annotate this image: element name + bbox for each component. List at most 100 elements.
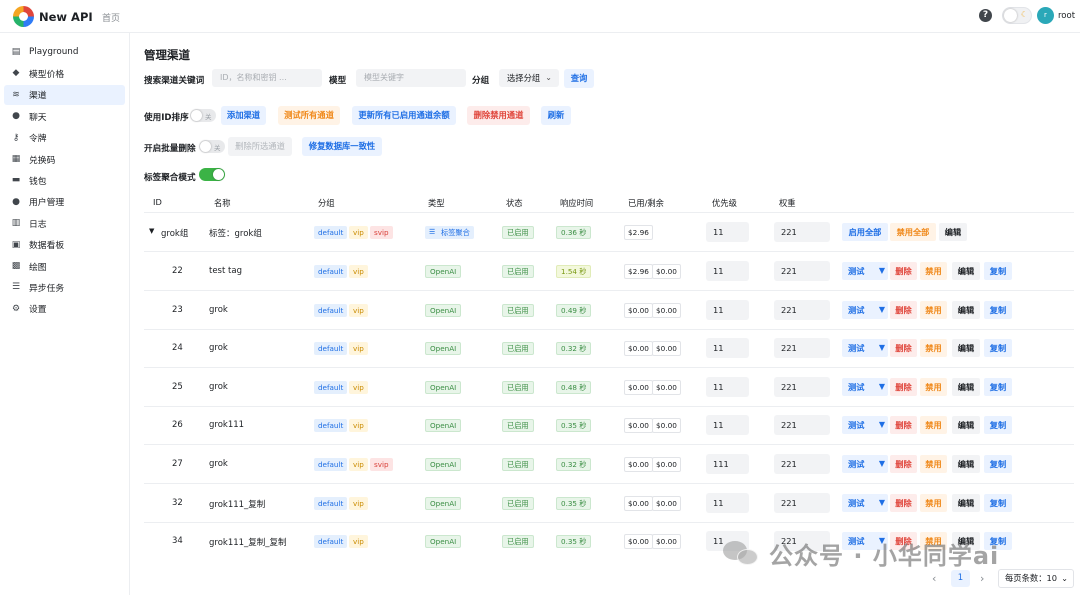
priority-input[interactable]: 11 <box>706 376 749 397</box>
edit-button[interactable]: 编辑 <box>939 223 967 241</box>
caret-down-icon[interactable]: ▼ <box>879 416 885 434</box>
nav-home-link[interactable]: 首页 <box>102 11 120 24</box>
test-button[interactable]: 测试 ▼ <box>842 262 888 280</box>
test-button[interactable]: 测试 ▼ <box>842 339 888 358</box>
prev-page-icon[interactable]: ‹ <box>932 572 936 585</box>
delete-button[interactable]: 删除 <box>890 339 917 358</box>
sidebar-item-4[interactable]: ⚷ 令牌 <box>4 128 125 148</box>
delete-disabled-channels-button[interactable]: 删除禁用通道 <box>467 106 530 125</box>
page-size-select[interactable]: 每页条数：10 ⌄ <box>998 569 1074 588</box>
weight-input[interactable]: 221 <box>774 492 830 513</box>
weight-input[interactable]: 221 <box>774 376 830 397</box>
group-select[interactable]: 选择分组 ⌄ <box>499 69 559 87</box>
priority-input[interactable]: 11 <box>706 299 749 320</box>
batch-delete-switch[interactable]: 关 <box>199 140 225 153</box>
test-button[interactable]: 测试 ▼ <box>842 455 888 473</box>
delete-button[interactable]: 删除 <box>890 455 917 473</box>
caret-down-icon[interactable]: ▼ <box>879 339 885 357</box>
edit-button[interactable]: 编辑 <box>952 493 980 512</box>
caret-down-icon[interactable]: ▼ <box>879 378 885 396</box>
sidebar-item-1[interactable]: ◆ 模型价格 <box>4 63 125 83</box>
sidebar-item-12[interactable]: ⚙ 设置 <box>4 299 125 319</box>
avatar[interactable]: r <box>1037 7 1054 24</box>
delete-selected-button[interactable]: 删除所选通道 <box>228 137 292 156</box>
weight-input[interactable]: 221 <box>774 222 830 242</box>
delete-button[interactable]: 删除 <box>890 493 917 512</box>
fix-database-button[interactable]: 修复数据库一致性 <box>302 137 382 156</box>
query-button[interactable]: 查询 <box>564 69 594 88</box>
copy-button[interactable]: 复制 <box>984 339 1012 358</box>
app-logo-icon[interactable] <box>13 6 34 27</box>
weight-input[interactable]: 221 <box>774 261 830 281</box>
disable-all-button[interactable]: 禁用全部 <box>890 223 936 241</box>
caret-down-icon[interactable]: ▼ <box>879 494 885 512</box>
caret-down-icon[interactable]: ▼ <box>879 262 885 280</box>
delete-button[interactable]: 删除 <box>890 377 917 396</box>
edit-button[interactable]: 编辑 <box>952 339 980 358</box>
sidebar-item-9[interactable]: ▣ 数据看板 <box>4 235 125 255</box>
sidebar-item-5[interactable]: ▦ 兑换码 <box>4 149 125 169</box>
keyword-search-input[interactable]: ID，名称和密钥 ... <box>212 69 322 87</box>
delete-button[interactable]: 删除 <box>890 300 917 319</box>
disable-button[interactable]: 禁用 <box>920 493 947 512</box>
disable-button[interactable]: 禁用 <box>920 300 947 319</box>
copy-button[interactable]: 复制 <box>984 493 1012 512</box>
weight-input[interactable]: 221 <box>774 338 830 359</box>
expand-chevron-icon[interactable]: ▼ <box>149 227 154 235</box>
edit-button[interactable]: 编辑 <box>952 300 980 319</box>
test-button[interactable]: 测试 ▼ <box>842 493 888 512</box>
user-name[interactable]: root <box>1058 11 1075 21</box>
test-button[interactable]: 测试 ▼ <box>842 416 888 435</box>
sort-by-id-switch[interactable]: 关 <box>190 109 216 122</box>
edit-button[interactable]: 编辑 <box>952 262 980 280</box>
theme-toggle[interactable]: ☾ <box>1002 7 1032 24</box>
delete-button[interactable]: 删除 <box>890 416 917 435</box>
tag-mode-switch[interactable] <box>199 168 225 181</box>
test-all-channels-button[interactable]: 测试所有通道 <box>278 106 340 125</box>
model-search-input[interactable]: 模型关键字 <box>356 69 466 87</box>
delete-button[interactable]: 删除 <box>890 262 917 280</box>
priority-input[interactable]: 111 <box>706 454 749 474</box>
disable-button[interactable]: 禁用 <box>920 339 947 358</box>
sidebar-item-10[interactable]: ▩ 绘图 <box>4 256 125 276</box>
refresh-button[interactable]: 刷新 <box>541 106 571 125</box>
test-button[interactable]: 测试 ▼ <box>842 377 888 396</box>
disable-button[interactable]: 禁用 <box>920 262 947 280</box>
update-balances-button[interactable]: 更新所有已启用通道余额 <box>352 106 456 125</box>
weight-input[interactable]: 221 <box>774 454 830 474</box>
sidebar-item-0[interactable]: ▤ Playground <box>4 42 125 62</box>
weight-input[interactable]: 221 <box>774 415 830 436</box>
app-name[interactable]: New API <box>39 10 93 24</box>
sidebar-item-3[interactable]: ● 聊天 <box>4 106 125 126</box>
sidebar-item-6[interactable]: ▬ 钱包 <box>4 170 125 190</box>
help-icon[interactable]: ? <box>979 9 992 22</box>
priority-input[interactable]: 11 <box>706 338 749 359</box>
disable-button[interactable]: 禁用 <box>920 455 947 473</box>
enable-all-button[interactable]: 启用全部 <box>842 223 888 241</box>
copy-button[interactable]: 复制 <box>984 300 1012 319</box>
weight-input[interactable]: 221 <box>774 299 830 320</box>
response-time-badge: 0.48 秒 <box>556 380 592 394</box>
edit-button[interactable]: 编辑 <box>952 377 980 396</box>
copy-button[interactable]: 复制 <box>984 262 1012 280</box>
priority-input[interactable]: 11 <box>706 261 749 281</box>
sidebar-item-7[interactable]: ● 用户管理 <box>4 192 125 212</box>
copy-button[interactable]: 复制 <box>984 455 1012 473</box>
edit-button[interactable]: 编辑 <box>952 416 980 435</box>
disable-button[interactable]: 禁用 <box>920 377 947 396</box>
sidebar-item-8[interactable]: ▥ 日志 <box>4 213 125 233</box>
sidebar-item-11[interactable]: ☰ 异步任务 <box>4 277 125 297</box>
disable-button[interactable]: 禁用 <box>920 416 947 435</box>
priority-input[interactable]: 11 <box>706 222 749 242</box>
priority-input[interactable]: 11 <box>706 492 749 513</box>
add-channel-button[interactable]: 添加渠道 <box>221 106 266 125</box>
copy-button[interactable]: 复制 <box>984 377 1012 396</box>
priority-input[interactable]: 11 <box>706 415 749 436</box>
caret-down-icon[interactable]: ▼ <box>879 301 885 319</box>
sidebar-item-2[interactable]: ≋ 渠道 <box>4 84 125 105</box>
caret-down-icon[interactable]: ▼ <box>879 455 885 473</box>
edit-button[interactable]: 编辑 <box>952 455 980 473</box>
copy-button[interactable]: 复制 <box>984 416 1012 435</box>
test-button[interactable]: 测试 ▼ <box>842 300 888 319</box>
next-page-icon[interactable]: › <box>980 572 984 585</box>
